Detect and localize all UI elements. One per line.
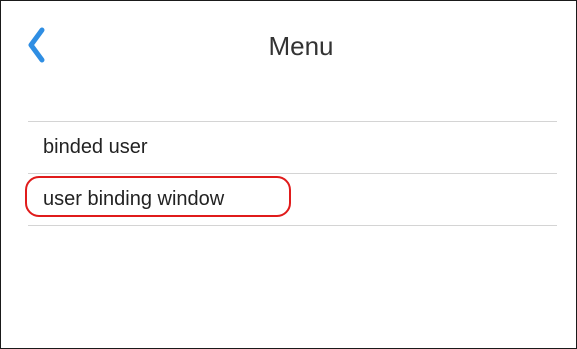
page-title: Menu <box>268 31 334 61</box>
menu-item-binded-user[interactable]: binded user <box>28 122 557 173</box>
menu-item-label: binded user <box>43 136 148 158</box>
divider <box>28 225 557 226</box>
menu-item-user-binding-window[interactable]: user binding window <box>25 174 557 225</box>
top-bar: Menu <box>1 1 576 93</box>
menu-list: binded user user binding window <box>25 121 557 226</box>
app-screen: Menu binded user user binding window <box>0 0 577 349</box>
menu-item-label: user binding window <box>43 188 225 210</box>
